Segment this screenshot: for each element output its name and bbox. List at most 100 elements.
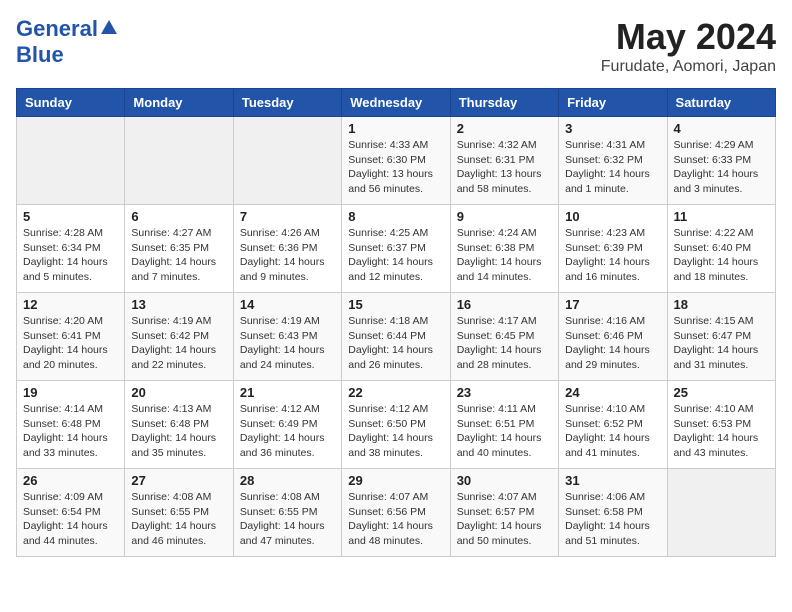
weekday-header: Wednesday	[342, 89, 450, 117]
calendar-cell: 22Sunrise: 4:12 AM Sunset: 6:50 PM Dayli…	[342, 381, 450, 469]
calendar-cell: 2 Sunrise: 4:32 AM Sunset: 6:31 PM Daylig…	[450, 117, 558, 205]
cell-info-text: Sunrise: 4:19 AM Sunset: 6:42 PM Dayligh…	[131, 314, 226, 373]
cell-info-text: Sunrise: 4:07 AM Sunset: 6:57 PM Dayligh…	[457, 490, 552, 549]
calendar-cell: 19Sunrise: 4:14 AM Sunset: 6:48 PM Dayli…	[17, 381, 125, 469]
cell-info-text: Sunrise: 4:32 AM Sunset: 6:31 PM Dayligh…	[457, 138, 552, 197]
calendar-cell	[233, 117, 341, 205]
cell-info-text: Sunrise: 4:14 AM Sunset: 6:48 PM Dayligh…	[23, 402, 118, 461]
cell-date-number: 11	[674, 209, 769, 224]
calendar-cell: 12 Sunrise: 4:20 AM Sunset: 6:41 PM Dayli…	[17, 293, 125, 381]
calendar-cell: 31 Sunrise: 4:06 AM Sunset: 6:58 PM Dayli…	[559, 469, 667, 557]
calendar-location: Furudate, Aomori, Japan	[601, 58, 776, 76]
cell-date-number: 22	[348, 385, 443, 400]
calendar-table: SundayMondayTuesdayWednesdayThursdayFrid…	[16, 88, 776, 557]
cell-date-number: 16	[457, 297, 552, 312]
cell-info-text: Sunrise: 4:24 AM Sunset: 6:38 PM Dayligh…	[457, 226, 552, 285]
logo: General Blue	[16, 16, 118, 68]
calendar-cell: 21 Sunrise: 4:12 AM Sunset: 6:49 PM Dayli…	[233, 381, 341, 469]
calendar-cell: 29 Sunrise: 4:07 AM Sunset: 6:56 PM Dayli…	[342, 469, 450, 557]
calendar-cell: 5 Sunrise: 4:28 AM Sunset: 6:34 PM Daylig…	[17, 205, 125, 293]
weekday-header: Friday	[559, 89, 667, 117]
cell-info-text: Sunrise: 4:23 AM Sunset: 6:39 PM Dayligh…	[565, 226, 660, 285]
cell-date-number: 2	[457, 121, 552, 136]
cell-date-number: 30	[457, 473, 552, 488]
cell-info-text: Sunrise: 4:07 AM Sunset: 6:56 PM Dayligh…	[348, 490, 443, 549]
cell-date-number: 9	[457, 209, 552, 224]
weekday-header: Tuesday	[233, 89, 341, 117]
weekday-header: Sunday	[17, 89, 125, 117]
cell-info-text: Sunrise: 4:10 AM Sunset: 6:52 PM Dayligh…	[565, 402, 660, 461]
logo-blue-text: Blue	[16, 42, 64, 67]
cell-date-number: 6	[131, 209, 226, 224]
cell-date-number: 10	[565, 209, 660, 224]
cell-info-text: Sunrise: 4:33 AM Sunset: 6:30 PM Dayligh…	[348, 138, 443, 197]
calendar-cell: 23Sunrise: 4:11 AM Sunset: 6:51 PM Dayli…	[450, 381, 558, 469]
calendar-cell: 28Sunrise: 4:08 AM Sunset: 6:55 PM Dayli…	[233, 469, 341, 557]
cell-info-text: Sunrise: 4:20 AM Sunset: 6:41 PM Dayligh…	[23, 314, 118, 373]
calendar-cell: 1 Sunrise: 4:33 AM Sunset: 6:30 PM Daylig…	[342, 117, 450, 205]
cell-info-text: Sunrise: 4:08 AM Sunset: 6:55 PM Dayligh…	[240, 490, 335, 549]
cell-date-number: 5	[23, 209, 118, 224]
cell-date-number: 24	[565, 385, 660, 400]
calendar-cell: 18 Sunrise: 4:15 AM Sunset: 6:47 PM Dayli…	[667, 293, 775, 381]
cell-date-number: 8	[348, 209, 443, 224]
cell-date-number: 23	[457, 385, 552, 400]
cell-info-text: Sunrise: 4:26 AM Sunset: 6:36 PM Dayligh…	[240, 226, 335, 285]
cell-date-number: 7	[240, 209, 335, 224]
cell-date-number: 4	[674, 121, 769, 136]
calendar-cell: 9 Sunrise: 4:24 AM Sunset: 6:38 PM Daylig…	[450, 205, 558, 293]
cell-info-text: Sunrise: 4:06 AM Sunset: 6:58 PM Dayligh…	[565, 490, 660, 549]
cell-date-number: 13	[131, 297, 226, 312]
calendar-cell: 15 Sunrise: 4:18 AM Sunset: 6:44 PM Dayli…	[342, 293, 450, 381]
cell-info-text: Sunrise: 4:15 AM Sunset: 6:47 PM Dayligh…	[674, 314, 769, 373]
cell-info-text: Sunrise: 4:28 AM Sunset: 6:34 PM Dayligh…	[23, 226, 118, 285]
cell-date-number: 1	[348, 121, 443, 136]
cell-info-text: Sunrise: 4:12 AM Sunset: 6:49 PM Dayligh…	[240, 402, 335, 461]
weekday-header: Saturday	[667, 89, 775, 117]
calendar-week-row: 5 Sunrise: 4:28 AM Sunset: 6:34 PM Daylig…	[17, 205, 776, 293]
cell-date-number: 21	[240, 385, 335, 400]
cell-date-number: 15	[348, 297, 443, 312]
cell-date-number: 29	[348, 473, 443, 488]
calendar-cell: 10 Sunrise: 4:23 AM Sunset: 6:39 PM Dayli…	[559, 205, 667, 293]
calendar-cell: 30 Sunrise: 4:07 AM Sunset: 6:57 PM Dayli…	[450, 469, 558, 557]
cell-info-text: Sunrise: 4:09 AM Sunset: 6:54 PM Dayligh…	[23, 490, 118, 549]
calendar-cell: 14 Sunrise: 4:19 AM Sunset: 6:43 PM Dayli…	[233, 293, 341, 381]
cell-date-number: 18	[674, 297, 769, 312]
calendar-cell: 16Sunrise: 4:17 AM Sunset: 6:45 PM Dayli…	[450, 293, 558, 381]
page-header: General Blue May 2024 Furudate, Aomori, …	[16, 16, 776, 76]
calendar-cell: 13 Sunrise: 4:19 AM Sunset: 6:42 PM Dayli…	[125, 293, 233, 381]
title-block: May 2024 Furudate, Aomori, Japan	[601, 16, 776, 76]
calendar-cell: 6 Sunrise: 4:27 AM Sunset: 6:35 PM Daylig…	[125, 205, 233, 293]
cell-info-text: Sunrise: 4:29 AM Sunset: 6:33 PM Dayligh…	[674, 138, 769, 197]
cell-info-text: Sunrise: 4:19 AM Sunset: 6:43 PM Dayligh…	[240, 314, 335, 373]
cell-info-text: Sunrise: 4:13 AM Sunset: 6:48 PM Dayligh…	[131, 402, 226, 461]
logo-icon	[100, 18, 118, 36]
calendar-header-row: SundayMondayTuesdayWednesdayThursdayFrid…	[17, 89, 776, 117]
cell-date-number: 31	[565, 473, 660, 488]
calendar-week-row: 12 Sunrise: 4:20 AM Sunset: 6:41 PM Dayli…	[17, 293, 776, 381]
cell-info-text: Sunrise: 4:27 AM Sunset: 6:35 PM Dayligh…	[131, 226, 226, 285]
calendar-cell: 27Sunrise: 4:08 AM Sunset: 6:55 PM Dayli…	[125, 469, 233, 557]
cell-date-number: 14	[240, 297, 335, 312]
cell-info-text: Sunrise: 4:18 AM Sunset: 6:44 PM Dayligh…	[348, 314, 443, 373]
calendar-cell: 26Sunrise: 4:09 AM Sunset: 6:54 PM Dayli…	[17, 469, 125, 557]
cell-info-text: Sunrise: 4:22 AM Sunset: 6:40 PM Dayligh…	[674, 226, 769, 285]
calendar-cell: 24 Sunrise: 4:10 AM Sunset: 6:52 PM Dayli…	[559, 381, 667, 469]
logo-text: General	[16, 16, 98, 42]
cell-date-number: 25	[674, 385, 769, 400]
calendar-cell: 25Sunrise: 4:10 AM Sunset: 6:53 PM Dayli…	[667, 381, 775, 469]
calendar-cell: 20Sunrise: 4:13 AM Sunset: 6:48 PM Dayli…	[125, 381, 233, 469]
cell-info-text: Sunrise: 4:25 AM Sunset: 6:37 PM Dayligh…	[348, 226, 443, 285]
calendar-week-row: 26Sunrise: 4:09 AM Sunset: 6:54 PM Dayli…	[17, 469, 776, 557]
calendar-cell: 7 Sunrise: 4:26 AM Sunset: 6:36 PM Daylig…	[233, 205, 341, 293]
calendar-cell: 11 Sunrise: 4:22 AM Sunset: 6:40 PM Dayli…	[667, 205, 775, 293]
weekday-header: Thursday	[450, 89, 558, 117]
calendar-cell: 8 Sunrise: 4:25 AM Sunset: 6:37 PM Daylig…	[342, 205, 450, 293]
cell-date-number: 17	[565, 297, 660, 312]
cell-date-number: 12	[23, 297, 118, 312]
calendar-title: May 2024	[601, 16, 776, 58]
cell-info-text: Sunrise: 4:16 AM Sunset: 6:46 PM Dayligh…	[565, 314, 660, 373]
calendar-week-row: 19Sunrise: 4:14 AM Sunset: 6:48 PM Dayli…	[17, 381, 776, 469]
cell-date-number: 27	[131, 473, 226, 488]
